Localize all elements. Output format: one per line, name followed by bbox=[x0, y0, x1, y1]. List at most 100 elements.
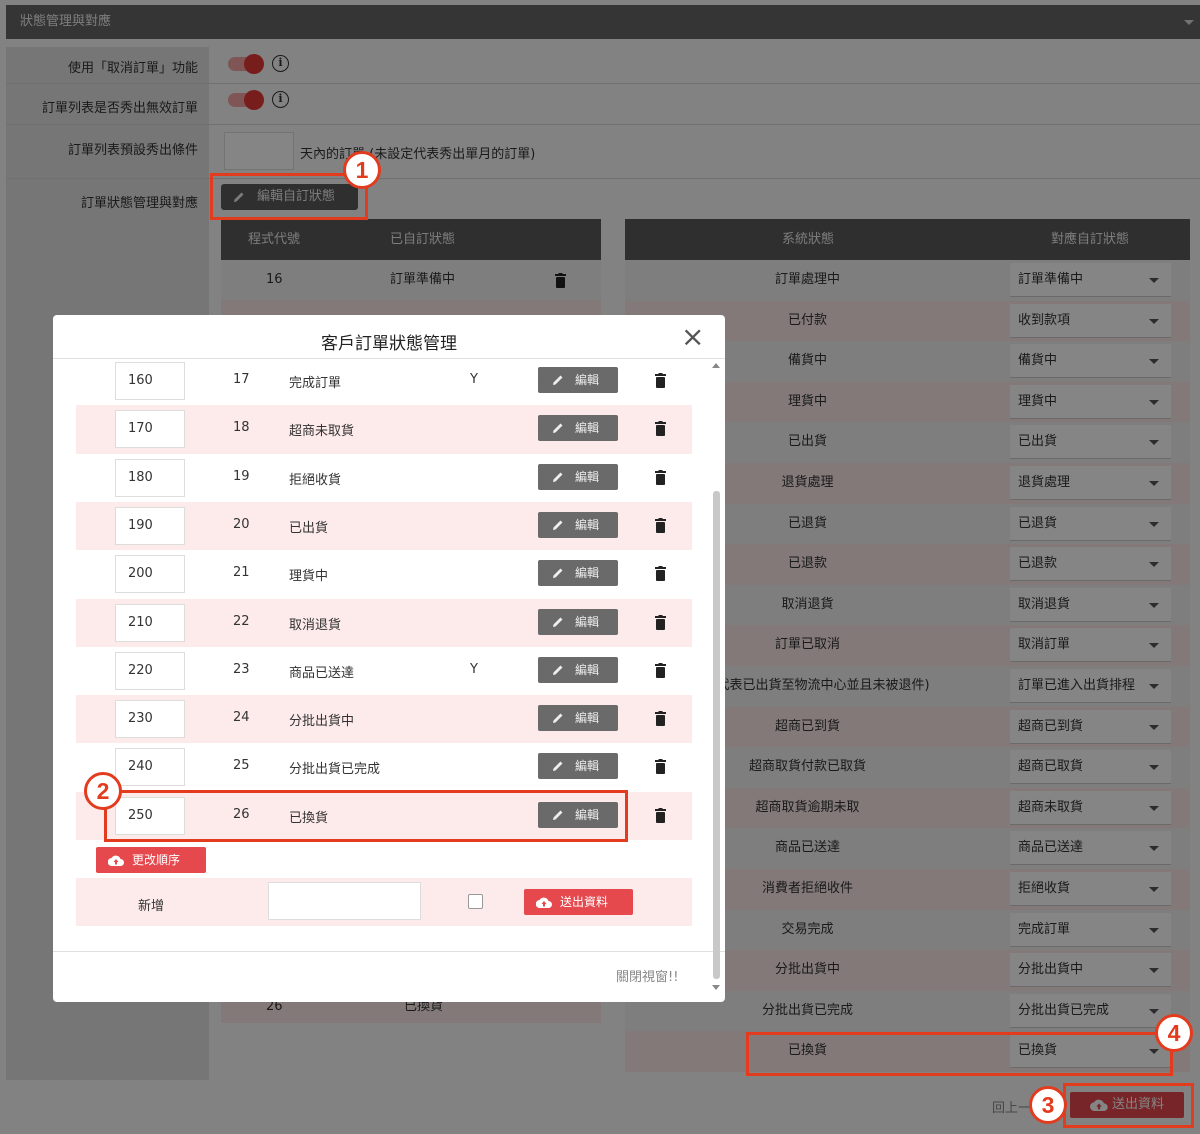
reorder-label: 更改順序 bbox=[132, 853, 181, 867]
row-code: 18 bbox=[233, 420, 250, 436]
edit-label: 編輯 bbox=[575, 517, 600, 532]
order-input[interactable]: 240 bbox=[115, 748, 185, 787]
modal-title: 客戶訂單狀態管理 bbox=[321, 334, 457, 354]
scroll-up-icon[interactable] bbox=[712, 363, 720, 368]
row-name: 分批出貨中 bbox=[289, 714, 355, 730]
pencil-icon bbox=[553, 520, 563, 530]
new-status-input[interactable] bbox=[268, 882, 421, 920]
callout-box bbox=[746, 1032, 1173, 1076]
list-item: 220 23 商品已送達 Y 編輯 bbox=[76, 647, 692, 695]
edit-button[interactable]: 編輯 bbox=[538, 415, 618, 442]
pencil-icon bbox=[553, 713, 563, 724]
pencil-icon bbox=[553, 472, 563, 482]
row-code: 17 bbox=[233, 372, 250, 387]
order-input[interactable]: 160 bbox=[115, 362, 185, 400]
row-code: 21 bbox=[233, 565, 250, 581]
edit-button[interactable]: 編輯 bbox=[538, 608, 618, 635]
row-name: 超商未取貨 bbox=[289, 424, 355, 440]
new-status-row: 新增 送出資料 bbox=[76, 878, 692, 926]
row-flag: Y bbox=[470, 372, 478, 387]
edit-label: 編輯 bbox=[575, 614, 600, 629]
row-name: 已出貨 bbox=[289, 520, 329, 536]
list-item: 160 17 完成訂單 Y 編輯 bbox=[76, 357, 692, 405]
trash-icon[interactable] bbox=[655, 373, 666, 388]
modal-submit-label: 送出資料 bbox=[560, 895, 609, 909]
trash-icon[interactable] bbox=[655, 566, 666, 582]
cloud-upload-icon bbox=[108, 855, 124, 866]
close-window-link[interactable]: 關閉視窗!! bbox=[616, 966, 678, 985]
scroll-down-icon[interactable] bbox=[712, 985, 720, 990]
row-name: 理貨中 bbox=[289, 569, 329, 585]
row-code: 20 bbox=[233, 516, 250, 532]
divider bbox=[53, 951, 725, 952]
row-flag: Y bbox=[470, 661, 478, 677]
row-name: 完成訂單 bbox=[289, 376, 342, 391]
row-name: 分批出貨已完成 bbox=[289, 762, 381, 778]
row-code: 24 bbox=[233, 710, 250, 726]
edit-button[interactable]: 編輯 bbox=[538, 511, 618, 538]
list-item: 180 19 拒絕收貨 編輯 bbox=[76, 454, 692, 502]
edit-label: 編輯 bbox=[575, 711, 600, 726]
callout-badge: 2 bbox=[84, 772, 122, 810]
trash-icon[interactable] bbox=[655, 614, 666, 630]
row-code: 19 bbox=[233, 468, 250, 484]
modal-submit-button[interactable]: 送出資料 bbox=[524, 889, 633, 915]
edit-button[interactable]: 編輯 bbox=[538, 463, 618, 490]
callout-box bbox=[1063, 1083, 1194, 1128]
pencil-icon bbox=[553, 375, 563, 385]
status-modal: 客戶訂單狀態管理 × 160 17 完成訂單 Y 編輯 170 18 超商未取貨 編輯 180 19… bbox=[53, 315, 725, 1002]
order-input[interactable]: 210 bbox=[115, 603, 185, 642]
order-input[interactable]: 190 bbox=[115, 506, 185, 545]
edit-label: 編輯 bbox=[575, 759, 600, 774]
list-item: 170 18 超商未取貨 編輯 bbox=[76, 405, 692, 454]
edit-label: 編輯 bbox=[575, 469, 600, 484]
trash-icon[interactable] bbox=[655, 662, 666, 678]
edit-button[interactable]: 編輯 bbox=[538, 705, 618, 732]
callout-badge: 4 bbox=[1155, 1014, 1193, 1052]
row-code: 23 bbox=[233, 661, 250, 677]
edit-label: 編輯 bbox=[575, 421, 600, 436]
row-name: 商品已送達 bbox=[289, 665, 355, 681]
order-input[interactable]: 170 bbox=[115, 410, 185, 449]
edit-button[interactable]: 編輯 bbox=[538, 367, 618, 393]
callout-box bbox=[104, 790, 628, 842]
list-item: 210 22 取消退貨 編輯 bbox=[76, 598, 692, 647]
edit-button[interactable]: 編輯 bbox=[538, 656, 618, 683]
scrollbar[interactable] bbox=[713, 491, 720, 979]
trash-icon[interactable] bbox=[655, 711, 666, 727]
edit-label: 編輯 bbox=[575, 566, 600, 581]
trash-icon[interactable] bbox=[655, 517, 666, 533]
trash-icon[interactable] bbox=[655, 807, 666, 823]
pencil-icon bbox=[553, 568, 563, 579]
callout-badge: 3 bbox=[1029, 1086, 1067, 1124]
edit-label: 編輯 bbox=[575, 373, 600, 387]
callout-badge: 1 bbox=[343, 151, 381, 189]
order-input[interactable]: 200 bbox=[115, 555, 185, 594]
pencil-icon bbox=[553, 665, 563, 675]
list-item: 190 20 已出貨 編輯 bbox=[76, 501, 692, 551]
cloud-upload-icon bbox=[536, 897, 552, 908]
edit-label: 編輯 bbox=[575, 662, 600, 677]
list-item: 200 21 理貨中 編輯 bbox=[76, 550, 692, 598]
pencil-icon bbox=[553, 761, 563, 772]
trash-icon[interactable] bbox=[655, 469, 666, 485]
edit-button[interactable]: 編輯 bbox=[538, 753, 618, 780]
order-input[interactable]: 220 bbox=[115, 651, 185, 690]
pencil-icon bbox=[553, 423, 563, 434]
trash-icon[interactable] bbox=[655, 759, 666, 775]
row-name: 取消退貨 bbox=[289, 617, 342, 633]
new-label: 新增 bbox=[138, 899, 165, 914]
callout-box bbox=[210, 173, 368, 220]
order-input[interactable]: 180 bbox=[115, 458, 185, 497]
trash-icon[interactable] bbox=[655, 421, 666, 437]
close-icon[interactable]: × bbox=[681, 323, 704, 351]
order-input[interactable]: 230 bbox=[115, 700, 185, 739]
reorder-button[interactable]: 更改順序 bbox=[96, 847, 206, 873]
row-name: 拒絕收貨 bbox=[289, 472, 342, 488]
list-item: 230 24 分批出貨中 編輯 bbox=[76, 695, 692, 744]
row-code: 25 bbox=[233, 758, 250, 774]
edit-button[interactable]: 編輯 bbox=[538, 560, 618, 587]
new-status-checkbox[interactable] bbox=[468, 894, 483, 909]
pencil-icon bbox=[553, 617, 563, 627]
list-item: 240 25 分批出貨已完成 編輯 bbox=[76, 743, 692, 791]
